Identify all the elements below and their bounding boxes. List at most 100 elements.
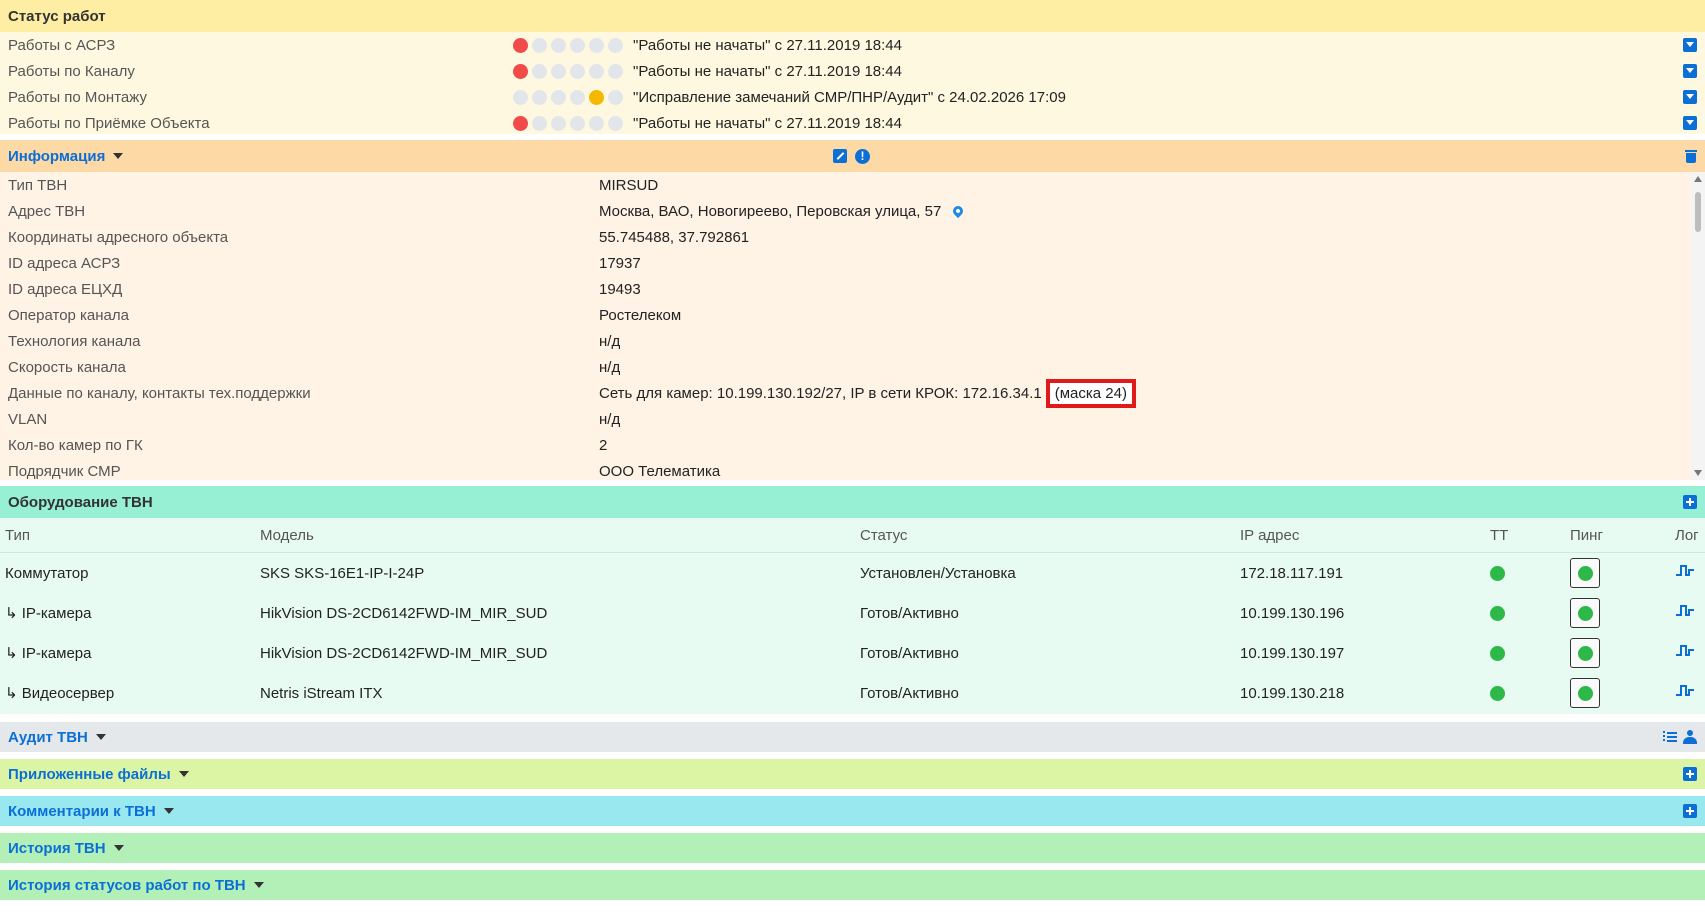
- cell-model: HikVision DS-2CD6142FWD-IM_MIR_SUD: [260, 604, 548, 622]
- scroll-down-icon[interactable]: [1694, 470, 1702, 476]
- col-ping[interactable]: Пинг: [1565, 518, 1670, 553]
- info-row: ID адреса ЕЦХД 19493: [0, 276, 1705, 302]
- cell-ping: [1565, 673, 1670, 713]
- status-text: "Работы не начаты" с 27.11.2019 18:44: [633, 62, 902, 80]
- log-signal-icon[interactable]: [1675, 603, 1695, 619]
- info-value: Сеть для камер: 10.199.130.192/27, IP в …: [599, 378, 1136, 408]
- status-label: Работы по Приёмке Объекта: [8, 114, 210, 132]
- edit-icon[interactable]: [833, 149, 847, 163]
- expand-chevron-icon[interactable]: [1683, 64, 1697, 78]
- table-row: ↳ Видеосервер Netris iStream ITX Готов/А…: [0, 673, 1705, 713]
- history-toggle[interactable]: История ТВН: [8, 840, 124, 857]
- cell-ip-link[interactable]: 10.199.130.196: [1235, 593, 1485, 633]
- tt-status-icon: [1490, 566, 1505, 582]
- cell-type: Коммутатор: [5, 564, 89, 582]
- alert-icon[interactable]: !: [855, 148, 870, 164]
- files-title: Приложенные файлы: [8, 765, 171, 783]
- col-log[interactable]: Лог: [1670, 518, 1705, 553]
- status-step-dot: [589, 37, 604, 53]
- cell-status: Готов/Активно: [860, 684, 959, 702]
- status-step-dot: [589, 63, 604, 79]
- info-label: Координаты адресного объекта: [8, 228, 229, 246]
- cell-model: Netris iStream ITX: [260, 684, 383, 702]
- checklist-icon[interactable]: [1663, 731, 1677, 743]
- status-label: Работы с АСРЗ: [8, 36, 116, 54]
- info-label: Технология канала: [8, 332, 141, 350]
- info-row: ID адреса АСРЗ 17937: [0, 250, 1705, 276]
- log-signal-icon[interactable]: [1675, 683, 1695, 699]
- expand-chevron-icon[interactable]: [1683, 90, 1697, 104]
- status-step-dot: [570, 89, 585, 105]
- info-row: Кол-во камер по ГК 2: [0, 432, 1705, 458]
- cell-ping: [1565, 633, 1670, 673]
- cell-tt: [1485, 633, 1565, 673]
- info-row: Данные по каналу, контакты тех.поддержки…: [0, 378, 1705, 408]
- trash-icon[interactable]: [1685, 149, 1697, 163]
- cell-ip-link[interactable]: 10.199.130.197: [1235, 633, 1485, 673]
- log-signal-icon[interactable]: [1675, 563, 1695, 579]
- col-tt[interactable]: ТТ: [1485, 518, 1565, 553]
- log-signal-icon[interactable]: [1675, 643, 1695, 659]
- status-history-title: История статусов работ по ТВН: [8, 876, 246, 894]
- scroll-up-icon[interactable]: [1694, 176, 1702, 182]
- info-row: Тип ТВН MIRSUD: [0, 172, 1705, 198]
- files-toggle[interactable]: Приложенные файлы: [8, 766, 189, 783]
- cell-status: Установлен/Установка: [860, 564, 1016, 582]
- address-text: Москва, ВАО, Новогиреево, Перовская улиц…: [599, 202, 942, 220]
- expand-chevron-icon[interactable]: [1683, 38, 1697, 52]
- audit-section: Аудит ТВН: [0, 722, 1705, 752]
- scroll-thumb[interactable]: [1695, 192, 1701, 232]
- status-step-dot: [589, 115, 604, 131]
- status-step-dot: [513, 115, 528, 131]
- add-file-icon[interactable]: [1683, 767, 1697, 781]
- expand-chevron-icon[interactable]: [1683, 116, 1697, 130]
- audit-toggle[interactable]: Аудит ТВН: [8, 729, 106, 746]
- info-value: 55.745488, 37.792861: [599, 228, 750, 246]
- info-label: VLAN: [8, 410, 48, 428]
- comments-section: Комментарии к ТВН: [0, 796, 1705, 826]
- tt-status-icon: [1490, 686, 1505, 702]
- status-text: "Работы не начаты" с 27.11.2019 18:44: [633, 114, 902, 132]
- info-label: Подрядчик СМР: [8, 462, 121, 480]
- cell-ip-link[interactable]: 10.199.130.218: [1235, 673, 1485, 713]
- ping-status-icon: [1577, 645, 1593, 661]
- user-icon[interactable]: [1683, 730, 1697, 744]
- ping-button[interactable]: [1570, 638, 1600, 668]
- info-header: Информация !: [0, 140, 1705, 172]
- status-step-dot: [532, 89, 547, 105]
- status-dots: [513, 115, 623, 131]
- col-ip[interactable]: IP адрес: [1235, 518, 1485, 553]
- info-body[interactable]: Тип ТВН MIRSUD Адрес ТВН Москва, ВАО, Ново…: [0, 172, 1705, 480]
- info-label: Кол-во камер по ГК: [8, 436, 143, 454]
- col-status[interactable]: Статус: [855, 518, 1235, 553]
- add-comment-icon[interactable]: [1683, 804, 1697, 818]
- info-row: VLAN н/д: [0, 406, 1705, 432]
- col-model[interactable]: Модель: [255, 518, 855, 553]
- info-scrollbar[interactable]: [1691, 172, 1705, 480]
- add-equipment-icon[interactable]: [1683, 495, 1697, 509]
- status-label: Работы по Монтажу: [8, 88, 147, 106]
- info-row: Подрядчик СМР ООО Телематика: [0, 458, 1705, 480]
- info-value: 19493: [599, 280, 641, 298]
- cell-tt: [1485, 673, 1565, 713]
- map-pin-icon[interactable]: [951, 203, 966, 219]
- info-toggle[interactable]: Информация: [8, 148, 124, 165]
- col-type[interactable]: Тип: [0, 518, 255, 553]
- cell-log: [1670, 593, 1705, 633]
- cell-ip-link[interactable]: 172.18.117.191: [1235, 553, 1485, 594]
- cell-type: ↳ IP-камера: [5, 605, 92, 622]
- cell-log: [1670, 553, 1705, 594]
- status-history-header: История статусов работ по ТВН: [0, 870, 1705, 900]
- info-value: н/д: [599, 358, 621, 376]
- status-header: Статус работ: [0, 0, 1705, 32]
- ping-button[interactable]: [1570, 558, 1600, 588]
- status-history-section: История статусов работ по ТВН: [0, 870, 1705, 900]
- info-label: Данные по каналу, контакты тех.поддержки: [8, 384, 311, 402]
- ping-button[interactable]: [1570, 678, 1600, 708]
- info-section: Информация ! Тип ТВН MIRSUD Адрес ТВН Моск…: [0, 140, 1705, 480]
- status-step-dot: [608, 89, 623, 105]
- ping-button[interactable]: [1570, 598, 1600, 628]
- comments-toggle[interactable]: Комментарии к ТВН: [8, 803, 174, 820]
- status-step-dot: [532, 63, 547, 79]
- status-history-toggle[interactable]: История статусов работ по ТВН: [8, 877, 264, 894]
